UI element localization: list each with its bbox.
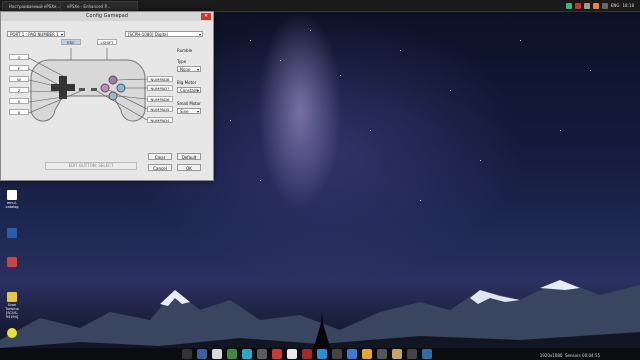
rumble-type-select[interactable]: None ▾	[177, 66, 201, 72]
app-icon[interactable]	[242, 349, 252, 359]
desktop-icon-label: Gran Turismo [SCUS-94194]	[5, 303, 19, 319]
type-label: Type	[177, 59, 187, 64]
gamepad-illustration	[29, 48, 147, 122]
volume-icon[interactable]	[601, 2, 608, 9]
desktop-icon-gran-turismo[interactable]: Gran Turismo [SCUS-94194]	[2, 292, 22, 319]
desktop-icon-catalog[interactable]: emul-catalog	[2, 190, 22, 209]
key-left-5[interactable]: S	[9, 98, 29, 104]
close-button[interactable]: ✕	[201, 13, 211, 20]
ok-button[interactable]: OK	[177, 164, 201, 171]
app-icon[interactable]	[287, 349, 297, 359]
system-tray: ENG 18:18	[565, 1, 634, 10]
key-right-3[interactable]: NUMPAD6	[147, 96, 173, 102]
big-motor-value: Constant	[180, 88, 198, 93]
key-left-3[interactable]: W	[9, 76, 29, 82]
small-motor-value: Sine	[180, 109, 189, 114]
app-icon[interactable]	[347, 349, 357, 359]
small-motor-label: Small Motor	[177, 101, 201, 106]
chevron-down-icon: ▾	[198, 32, 201, 37]
key-left-2[interactable]: E	[9, 65, 29, 71]
rumble-type-value: None	[180, 67, 191, 72]
skype-icon[interactable]	[317, 349, 327, 359]
app-icon[interactable]	[227, 349, 237, 359]
taskbar: 1920x1080 Sensors 00:04:55	[0, 348, 640, 360]
resolution-readout: 1920x1080	[539, 353, 563, 358]
chevron-down-icon: ▾	[60, 32, 63, 37]
sensor-clock: Sensors 00:04:55	[564, 353, 600, 358]
key-right-2[interactable]: NUMPAD7	[147, 85, 173, 91]
game-icon	[7, 292, 17, 302]
desktop-icon-yellow[interactable]	[2, 328, 22, 339]
key-right-4[interactable]: NUMPAD5	[147, 106, 173, 112]
taskbar-status: 1920x1080 Sensors 00:04:55	[540, 353, 600, 358]
chevron-down-icon: ▾	[196, 109, 199, 114]
port-select-value: PORT 1 : PAD NUMBER 1	[10, 32, 59, 37]
tray-app-icon[interactable]	[583, 2, 590, 9]
app-icon[interactable]	[377, 349, 387, 359]
app-icon[interactable]	[392, 349, 402, 359]
file-icon	[7, 190, 17, 200]
tray-app-icon[interactable]	[592, 2, 599, 9]
default-button[interactable]: Default	[177, 153, 201, 160]
app-icon[interactable]	[407, 349, 417, 359]
tray-app-icon[interactable]	[565, 2, 572, 9]
cancel-button[interactable]: Cancel	[148, 164, 172, 171]
app-icon[interactable]	[272, 349, 282, 359]
taskbar-apps	[182, 349, 432, 359]
folder-icon	[7, 257, 17, 267]
rumble-label: Rumble	[177, 48, 193, 53]
dialog-titlebar[interactable]: Config Gamepad ✕	[1, 12, 213, 21]
app-icon[interactable]	[422, 349, 432, 359]
tray-app-icon[interactable]	[574, 2, 581, 9]
key-left-4[interactable]: Z	[9, 87, 29, 93]
edit-button-status: EDIT BUTTON: SELECT	[45, 162, 137, 170]
desktop-icon-label: emul-catalog	[5, 201, 19, 209]
key-left-6[interactable]: X	[9, 109, 29, 115]
key-right-1[interactable]: NUMPAD8	[147, 76, 173, 82]
app-icon[interactable]	[197, 349, 207, 359]
clear-button[interactable]: Clear	[148, 153, 172, 160]
key-r2[interactable]: LSHIFT	[97, 39, 117, 45]
key-left-1[interactable]: Q	[9, 54, 29, 60]
language-indicator[interactable]: ENG	[611, 3, 620, 8]
emoji-icon	[7, 328, 17, 338]
start-icon[interactable]	[182, 349, 192, 359]
app-icon	[7, 228, 17, 238]
pad-type-select[interactable]: [SCPH-1080] Digital ▾	[125, 31, 203, 37]
app-icon[interactable]	[257, 349, 267, 359]
config-gamepad-dialog: Config Gamepad ✕ PORT 1 : PAD NUMBER 1 ▾ …	[0, 11, 214, 181]
app-icon[interactable]	[332, 349, 342, 359]
app-icon[interactable]	[212, 349, 222, 359]
big-motor-label: Big Motor	[177, 80, 197, 85]
small-motor-select[interactable]: Sine ▾	[177, 108, 201, 114]
chevron-down-icon: ▾	[196, 88, 199, 93]
big-motor-select[interactable]: Constant ▾	[177, 87, 201, 93]
app-icon[interactable]	[362, 349, 372, 359]
mountain-landscape	[0, 280, 640, 360]
dialog-title: Config Gamepad	[86, 13, 128, 19]
desktop-icon-blue[interactable]	[2, 228, 22, 239]
chevron-down-icon: ▾	[196, 67, 199, 72]
port-select[interactable]: PORT 1 : PAD NUMBER 1 ▾	[7, 31, 65, 37]
desktop-icon-folder[interactable]	[2, 257, 22, 268]
clock-top: 18:18	[622, 3, 634, 8]
key-l2[interactable]: ESC	[61, 39, 81, 45]
pad-type-value: [SCPH-1080] Digital	[128, 32, 168, 37]
app-icon[interactable]	[302, 349, 312, 359]
key-right-5[interactable]: NUMPAD4	[147, 117, 173, 123]
